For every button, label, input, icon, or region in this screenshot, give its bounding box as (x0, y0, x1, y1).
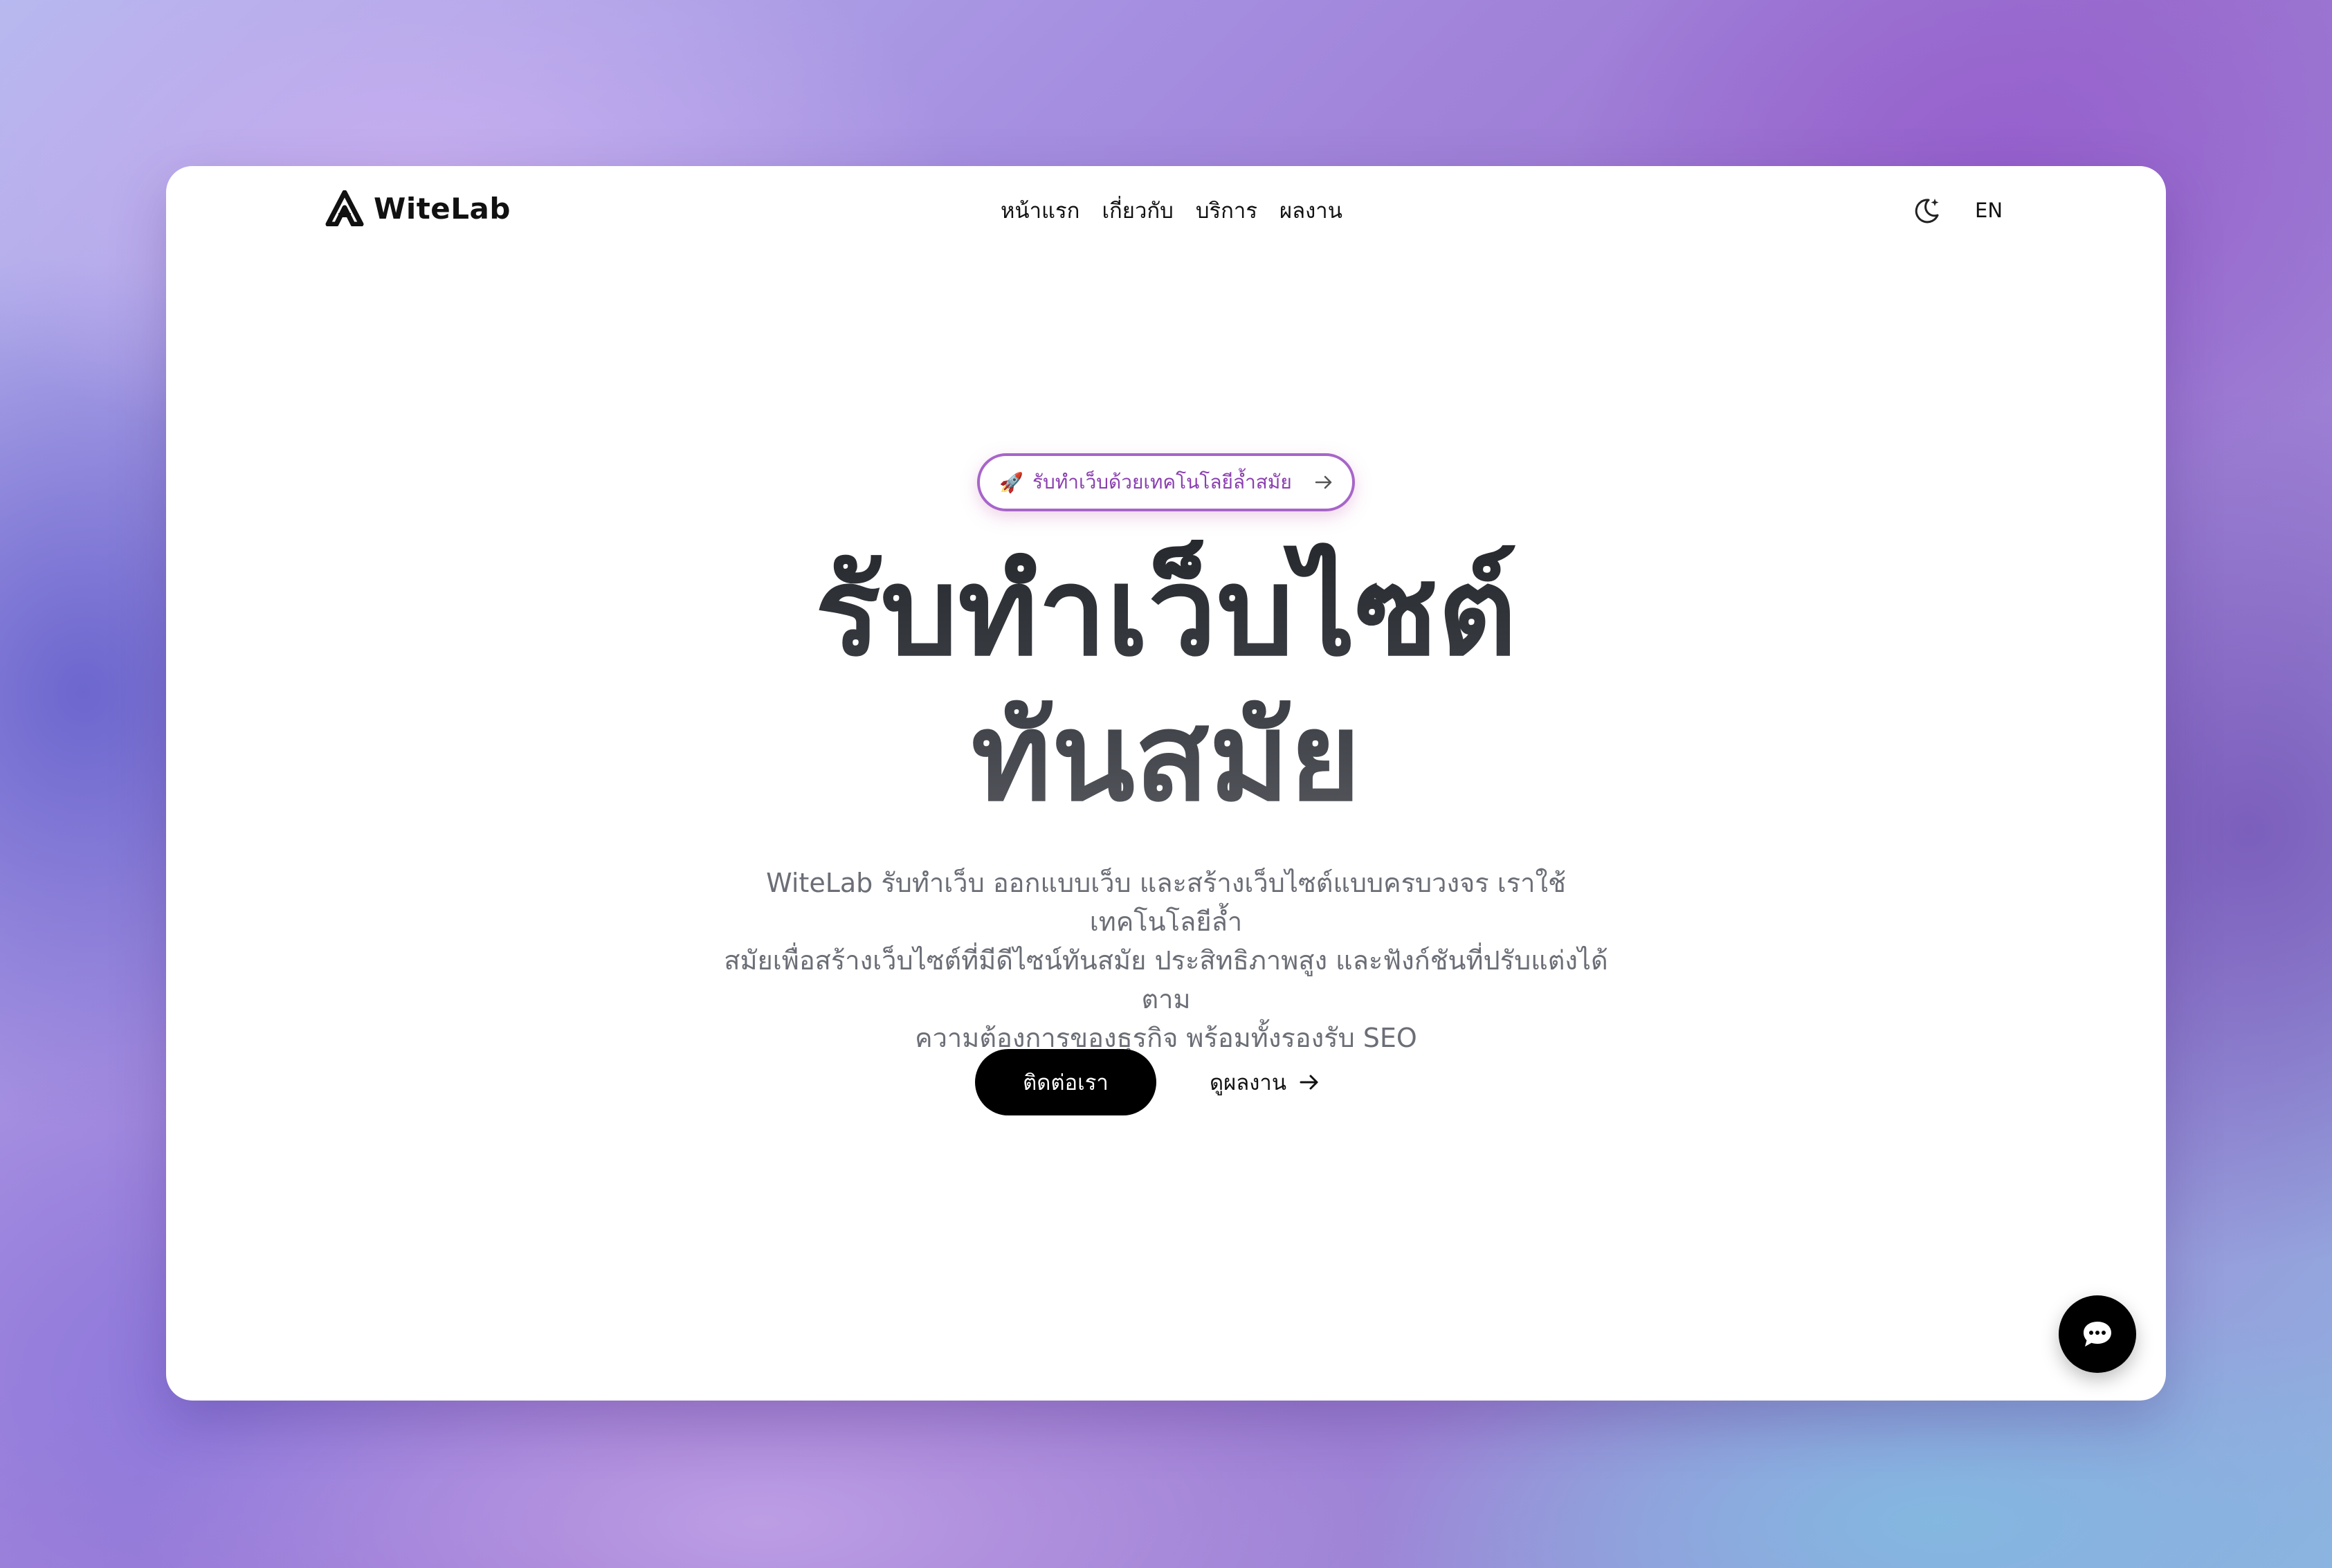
moon-stars-icon (1915, 199, 1939, 224)
witelab-logo-icon (325, 190, 364, 226)
contact-button[interactable]: ติดต่อเรา (975, 1049, 1156, 1115)
hero-description-line-2: สมัยเพื่อสร้างเว็บไซต์ที่มีดีไซน์ทันสมัย… (724, 945, 1608, 1014)
chat-bubble-icon (2084, 1322, 2111, 1347)
nav-home[interactable]: หน้าแรก (1001, 193, 1080, 228)
hero-badge[interactable]: 🚀 รับทำเว็บด้วยเทคโนโลยีล้ำสมัย (977, 453, 1355, 511)
theme-toggle-button[interactable] (1907, 191, 1946, 230)
brand-logo[interactable]: WiteLab (325, 188, 511, 228)
language-switch[interactable]: EN (1975, 191, 2003, 230)
hero-description: WiteLab รับทำเว็บ ออกแบบเว็บ และสร้างเว็… (706, 864, 1626, 1057)
arrow-right-icon (1315, 475, 1332, 489)
rocket-icon: 🚀 (999, 471, 1023, 494)
brand-name: WiteLab (374, 191, 511, 226)
contact-button-label: ติดต่อเรา (1023, 1070, 1109, 1095)
arrow-right-icon (1300, 1075, 1318, 1090)
hero-title-line-1: รับทำเว็บไซต์ (814, 541, 1518, 683)
hero-title-line-2: ทันสมัย (971, 686, 1361, 828)
view-portfolio-label: ดูผลงาน (1210, 1070, 1287, 1095)
view-portfolio-link[interactable]: ดูผลงาน (1210, 1049, 1321, 1115)
hero-description-line-3: ความต้องการของธุรกิจ พร้อมทั้งรองรับ SEO (915, 1023, 1417, 1053)
browser-page: WiteLab หน้าแรก เกี่ยวกับ บริการ ผลงาน E… (166, 166, 2166, 1401)
hero-description-line-1: WiteLab รับทำเว็บ ออกแบบเว็บ และสร้างเว็… (766, 868, 1566, 937)
chat-button[interactable] (2059, 1295, 2136, 1373)
nav-services[interactable]: บริการ (1196, 193, 1257, 228)
hero-title: รับทำเว็บไซต์ ทันสมัย (166, 540, 2166, 830)
main-nav: หน้าแรก เกี่ยวกับ บริการ ผลงาน (1001, 191, 1342, 230)
hero-badge-text: รับทำเว็บด้วยเทคโนโลยีล้ำสมัย (1032, 471, 1292, 493)
nav-about[interactable]: เกี่ยวกับ (1102, 193, 1173, 228)
nav-portfolio[interactable]: ผลงาน (1279, 193, 1342, 228)
